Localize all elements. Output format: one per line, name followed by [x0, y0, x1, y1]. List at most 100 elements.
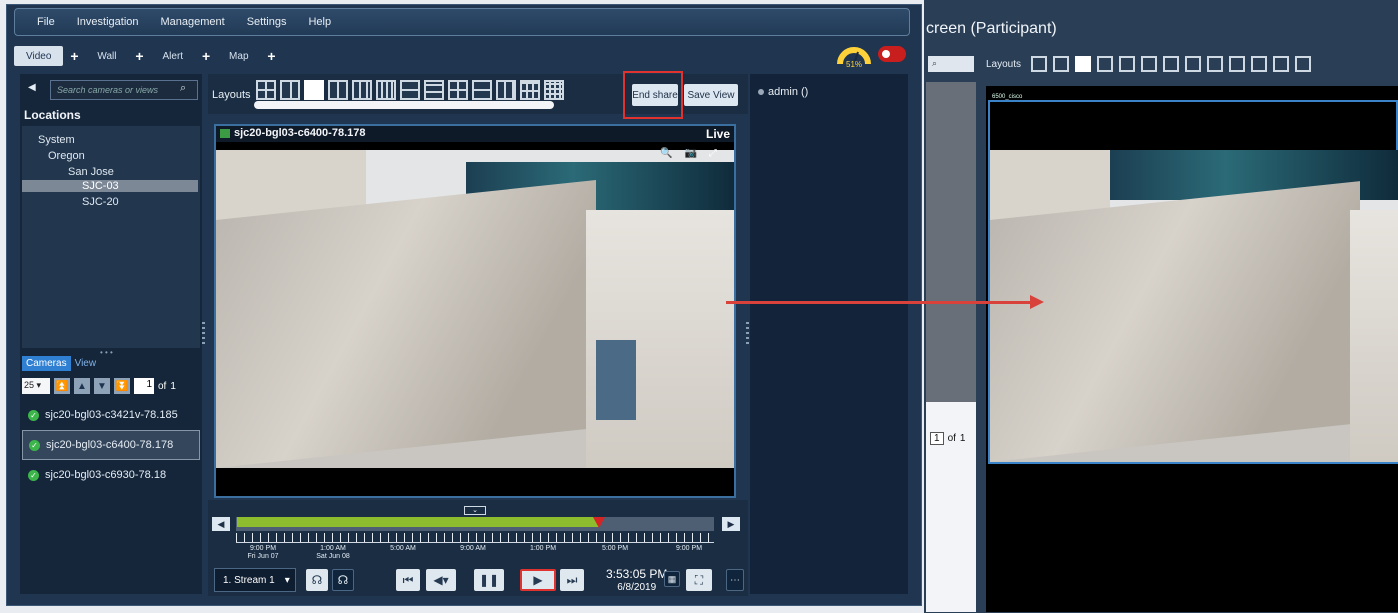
- layout-5x5-icon[interactable]: [1295, 56, 1312, 72]
- search-icon[interactable]: ⌕: [180, 82, 186, 95]
- menu-help[interactable]: Help: [308, 16, 331, 28]
- skip-forward-icon[interactable]: ⏭: [560, 569, 584, 591]
- layout-2x1-icon[interactable]: [472, 80, 492, 100]
- timeline-toggle-icon[interactable]: ⌄: [464, 506, 486, 515]
- participant-tree-panel: [926, 82, 976, 402]
- menu-settings[interactable]: Settings: [247, 16, 287, 28]
- ptz-icon[interactable]: ☊: [306, 569, 328, 591]
- last-page-icon[interactable]: ⏬: [114, 378, 130, 394]
- layout-1x3-icon[interactable]: [1119, 56, 1136, 72]
- camera-name: sjc20-bgl03-c3421v-78.185: [45, 409, 178, 421]
- tree-item-sjc-20[interactable]: SJC-20: [82, 196, 119, 208]
- zoom-icon[interactable]: 🔍: [660, 148, 672, 159]
- tab-video[interactable]: Video: [14, 46, 64, 66]
- fullscreen-icon[interactable]: ⛶: [686, 569, 712, 591]
- timeline-forward-icon[interactable]: ▶: [722, 517, 740, 531]
- user-admin[interactable]: admin (): [768, 86, 808, 98]
- layout-2x2-icon[interactable]: [1031, 56, 1048, 72]
- per-page-select[interactable]: 25 ▾: [22, 378, 50, 394]
- per-page-value: 25: [24, 380, 35, 390]
- step-back-icon[interactable]: ◀▾: [426, 569, 456, 591]
- current-time: 3:53:05 PM 6/8/2019: [606, 567, 668, 593]
- first-page-icon[interactable]: ⏫: [54, 378, 70, 394]
- save-view-button[interactable]: Save View: [684, 84, 738, 106]
- menu-management[interactable]: Management: [161, 16, 225, 28]
- pause-icon[interactable]: ❚❚: [474, 569, 504, 591]
- participant-title: creen (Participant): [926, 20, 1057, 37]
- right-splitter-handle[interactable]: [746, 322, 749, 344]
- add-video-icon[interactable]: +: [67, 48, 81, 64]
- layout-1plus-icon[interactable]: [1053, 56, 1070, 72]
- layout-3x-icon[interactable]: [1185, 56, 1202, 72]
- camera-list: ✓ sjc20-bgl03-c3421v-78.185 ✓ sjc20-bgl0…: [22, 400, 200, 490]
- collapse-arrow-icon[interactable]: ◀: [28, 82, 36, 93]
- record-toggle[interactable]: [878, 46, 906, 62]
- stream-select[interactable]: 1. Stream 1 ▾: [214, 568, 296, 592]
- add-alert-icon[interactable]: +: [199, 48, 213, 64]
- timeline-back-icon[interactable]: ◀: [212, 517, 230, 531]
- participant-page-input[interactable]: 1: [930, 432, 944, 445]
- layout-4x4-icon[interactable]: [520, 80, 540, 100]
- tab-cameras[interactable]: Cameras: [22, 356, 71, 371]
- tree-item-san-jose[interactable]: San Jose: [68, 166, 114, 178]
- layout-grid-icon[interactable]: [1207, 56, 1224, 72]
- layout-3x-icon[interactable]: [424, 80, 444, 100]
- list-item[interactable]: ✓ sjc20-bgl03-c6930-78.18: [22, 460, 200, 490]
- video-camera-title: sjc20-bgl03-c6400-78.178: [234, 127, 366, 139]
- calendar-icon[interactable]: ▦: [664, 571, 680, 587]
- layout-1x2-icon[interactable]: [1097, 56, 1114, 72]
- layout-5x5-icon[interactable]: [544, 80, 564, 100]
- expand-icon[interactable]: ⤢: [709, 148, 717, 159]
- participant-search-icon[interactable]: ⌕: [928, 56, 974, 72]
- next-page-icon[interactable]: ▼: [94, 378, 110, 394]
- live-status: Live: [706, 127, 731, 141]
- add-wall-icon[interactable]: +: [132, 48, 146, 64]
- layout-1plus-icon[interactable]: [280, 80, 300, 100]
- tab-view[interactable]: View: [71, 356, 101, 371]
- tree-item-sjc-03[interactable]: SJC-03: [22, 180, 198, 192]
- prev-page-icon[interactable]: ▲: [74, 378, 90, 394]
- camera-view-tabs: Cameras View: [22, 356, 100, 371]
- tab-map[interactable]: Map: [217, 46, 260, 66]
- participant-of-label: of: [947, 433, 956, 444]
- layout-4x4-icon[interactable]: [1273, 56, 1290, 72]
- audio-icon[interactable]: ☊: [332, 569, 354, 591]
- layout-single-icon[interactable]: [1075, 56, 1092, 72]
- layouts-scrollbar[interactable]: [254, 101, 554, 109]
- layout-1x2-icon[interactable]: [328, 80, 348, 100]
- layout-1x4-icon[interactable]: [1141, 56, 1158, 72]
- tree-item-oregon[interactable]: Oregon: [48, 150, 85, 162]
- skip-back-icon[interactable]: ⏮: [396, 569, 420, 591]
- snapshot-icon[interactable]: 📷: [684, 148, 696, 159]
- playhead-marker[interactable]: [593, 517, 605, 528]
- workspace-tabs: Video + Wall + Alert + Map +: [14, 44, 279, 68]
- layout-2x2-icon[interactable]: [256, 80, 276, 100]
- layout-single-icon[interactable]: [304, 80, 324, 100]
- list-item[interactable]: ✓ sjc20-bgl03-c3421v-78.185: [22, 400, 200, 430]
- timeline-label: 5:00 AM: [390, 545, 416, 552]
- tab-alert[interactable]: Alert: [150, 46, 195, 66]
- play-icon[interactable]: ▶: [520, 569, 556, 591]
- layout-1x4-icon[interactable]: [376, 80, 396, 100]
- camera-search-input[interactable]: Search cameras or views: [50, 80, 198, 100]
- layout-1x3-icon[interactable]: [352, 80, 372, 100]
- layout-2x1-icon[interactable]: [1229, 56, 1246, 72]
- menu-investigation[interactable]: Investigation: [77, 16, 139, 28]
- layout-3x3-icon[interactable]: [1251, 56, 1268, 72]
- splitter-handle[interactable]: • • •: [100, 348, 113, 357]
- layout-grid-icon[interactable]: [448, 80, 468, 100]
- list-item[interactable]: ✓ sjc20-bgl03-c6400-78.178: [22, 430, 200, 460]
- add-map-icon[interactable]: +: [265, 48, 279, 64]
- left-splitter-handle[interactable]: [202, 322, 205, 344]
- menu-file[interactable]: File: [37, 16, 55, 28]
- layout-3x3-icon[interactable]: [496, 80, 516, 100]
- layout-mixed-icon[interactable]: [400, 80, 420, 100]
- participant-video-image: [990, 150, 1398, 462]
- more-icon[interactable]: ⋯: [726, 569, 744, 591]
- tree-item-system[interactable]: System: [38, 134, 75, 146]
- camera-icon: [220, 129, 230, 138]
- layouts-label: Layouts: [212, 89, 251, 101]
- tab-wall[interactable]: Wall: [85, 46, 128, 66]
- layout-mixed-icon[interactable]: [1163, 56, 1180, 72]
- page-input[interactable]: 1: [134, 378, 154, 394]
